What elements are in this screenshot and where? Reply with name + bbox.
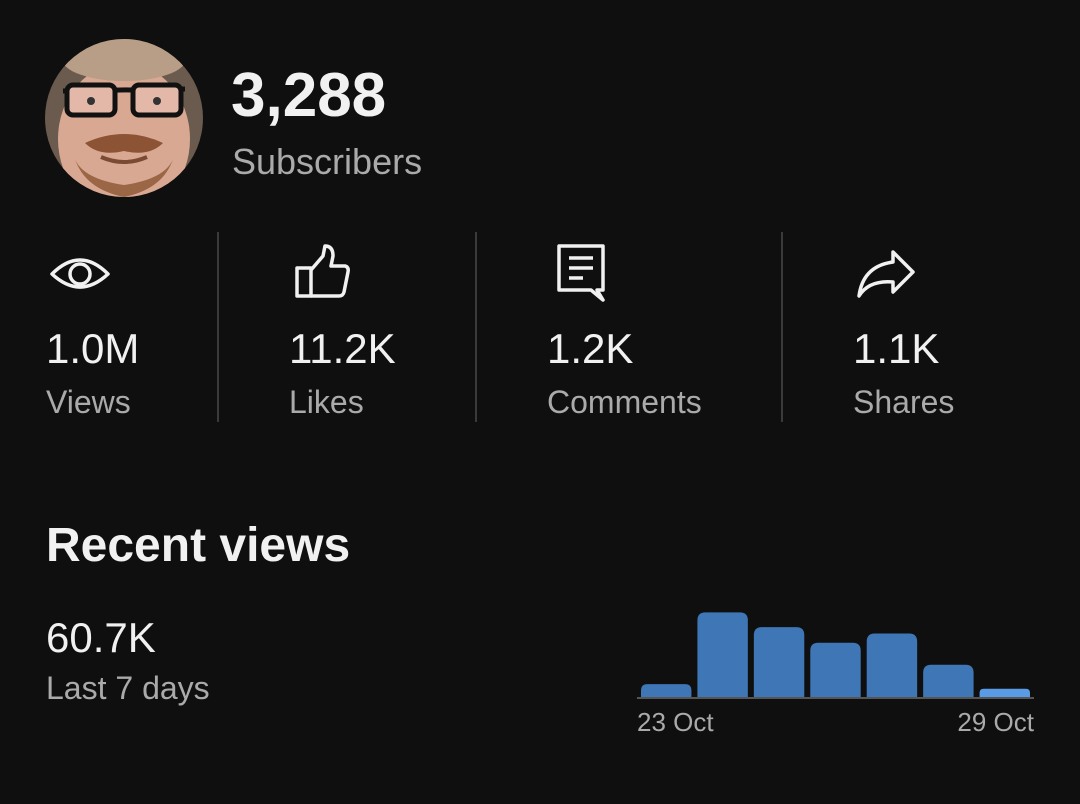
chart-bar[interactable] xyxy=(923,664,974,697)
stat-label: Comments xyxy=(547,384,702,420)
stat-label: Shares xyxy=(853,384,955,420)
x-tick-first: 23 Oct xyxy=(637,707,714,737)
stat-value: 1.0M xyxy=(46,325,140,372)
recent-views-chart[interactable]: 23 Oct 29 Oct xyxy=(630,596,1040,746)
divider xyxy=(475,232,477,422)
chart-bar[interactable] xyxy=(641,684,692,697)
divider xyxy=(217,232,219,422)
stat-label: Views xyxy=(46,384,131,420)
stat-value: 11.2K xyxy=(289,325,396,372)
subscriber-count: 3,288 xyxy=(231,61,387,130)
stat-value: 1.1K xyxy=(853,325,940,372)
recent-views-period: Last 7 days xyxy=(46,670,210,706)
recent-views-value: 60.7K xyxy=(46,614,156,661)
subscriber-label: Subscribers xyxy=(232,141,423,182)
chart-bar[interactable] xyxy=(866,633,918,697)
share-icon xyxy=(853,240,923,304)
thumbs-up-icon xyxy=(289,240,359,304)
recent-views-title: Recent views xyxy=(46,519,351,572)
comment-icon xyxy=(547,240,617,304)
chart-bar[interactable] xyxy=(810,642,861,697)
divider xyxy=(781,232,783,422)
eye-icon xyxy=(46,240,116,304)
chart-bar[interactable] xyxy=(753,627,805,697)
stat-value: 1.2K xyxy=(547,325,634,372)
chart-bar[interactable] xyxy=(697,612,748,697)
chart-bar[interactable] xyxy=(979,688,1030,697)
x-tick-last: 29 Oct xyxy=(957,707,1034,737)
stat-label: Likes xyxy=(289,384,364,420)
channel-avatar[interactable] xyxy=(45,39,203,197)
bar-chart: 23 Oct 29 Oct xyxy=(637,612,1035,737)
avatar-image xyxy=(45,39,203,197)
